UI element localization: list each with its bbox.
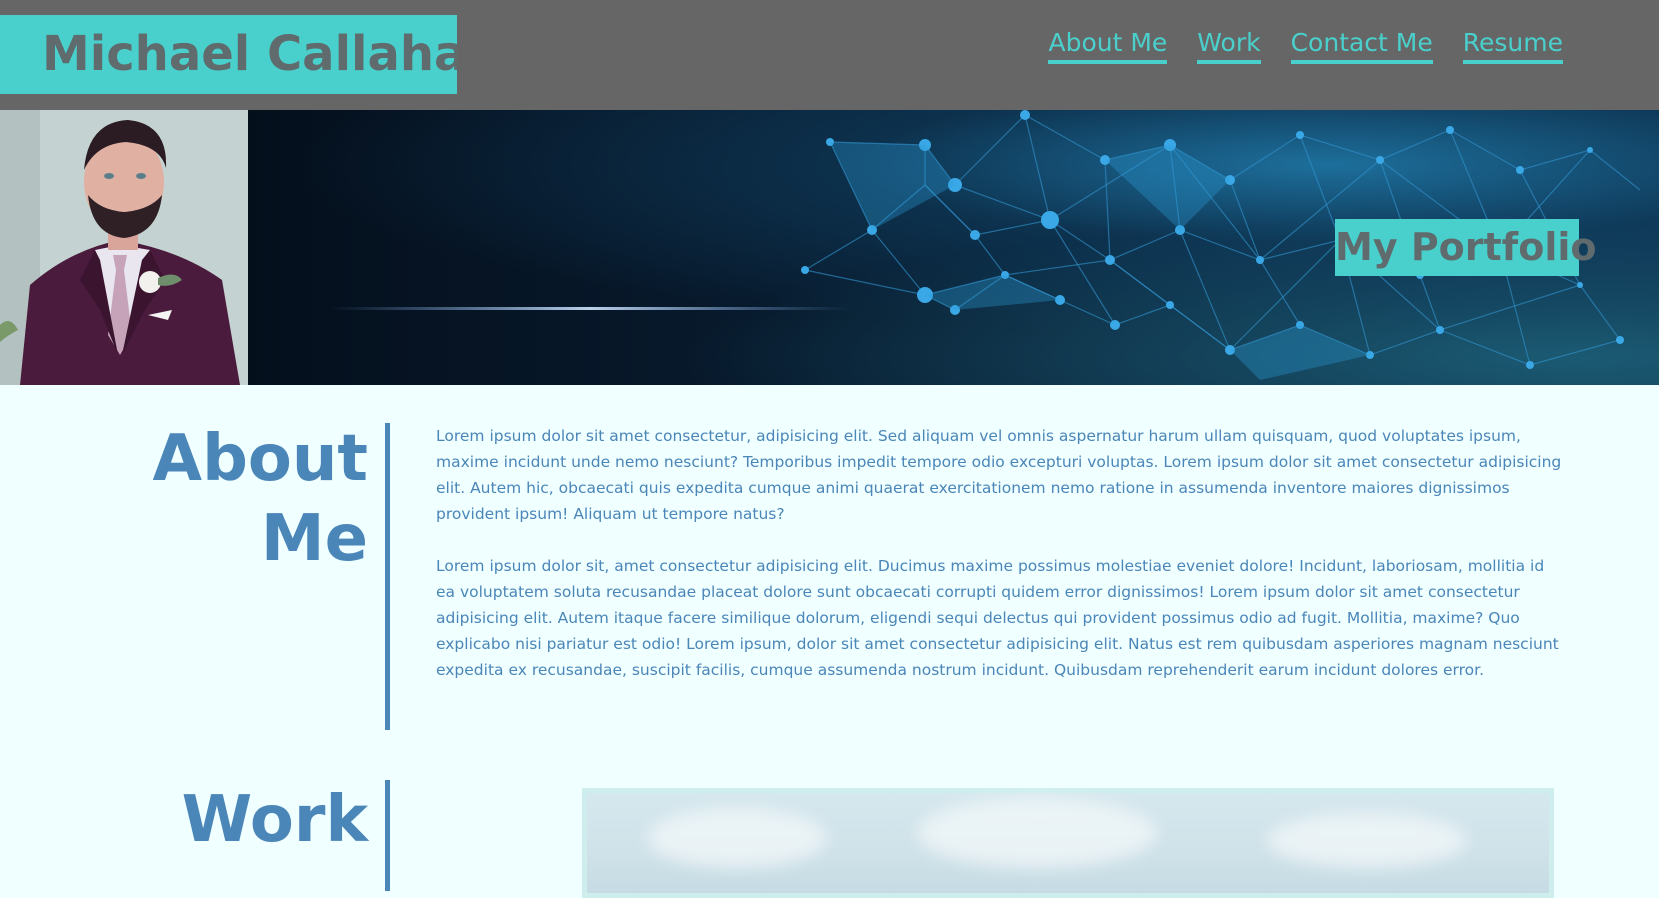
work-project-image[interactable] (582, 788, 1554, 898)
about-divider (385, 423, 390, 730)
main-nav: About Me Work Contact Me Resume (1048, 28, 1563, 64)
cloud-shape (1267, 813, 1467, 868)
site-brand[interactable]: Michael Callahan (0, 15, 457, 94)
about-heading-line2: Me (260, 502, 368, 576)
about-body: Lorem ipsum dolor sit amet consectetur, … (436, 423, 1566, 709)
cloud-shape (647, 808, 827, 868)
nav-link-about-me[interactable]: About Me (1048, 28, 1168, 64)
work-heading: Work (181, 783, 368, 857)
hero-banner: My Portfolio (0, 110, 1659, 385)
profile-photo (0, 110, 248, 385)
about-heading: About Me (118, 419, 368, 579)
cloud-shape (917, 798, 1157, 868)
about-paragraph-2: Lorem ipsum dolor sit, amet consectetur … (436, 557, 1559, 679)
nav-link-resume[interactable]: Resume (1462, 28, 1563, 64)
work-divider (385, 780, 390, 891)
about-paragraph-1: Lorem ipsum dolor sit amet consectetur, … (436, 427, 1562, 523)
portfolio-tag: My Portfolio (1335, 219, 1596, 276)
nav-link-contact-me[interactable]: Contact Me (1290, 28, 1433, 64)
about-heading-line1: About (152, 422, 368, 496)
site-header: Michael Callahan About Me Work Contact M… (0, 0, 1659, 110)
nav-link-work[interactable]: Work (1197, 28, 1261, 64)
portrait-illustration (0, 110, 248, 385)
